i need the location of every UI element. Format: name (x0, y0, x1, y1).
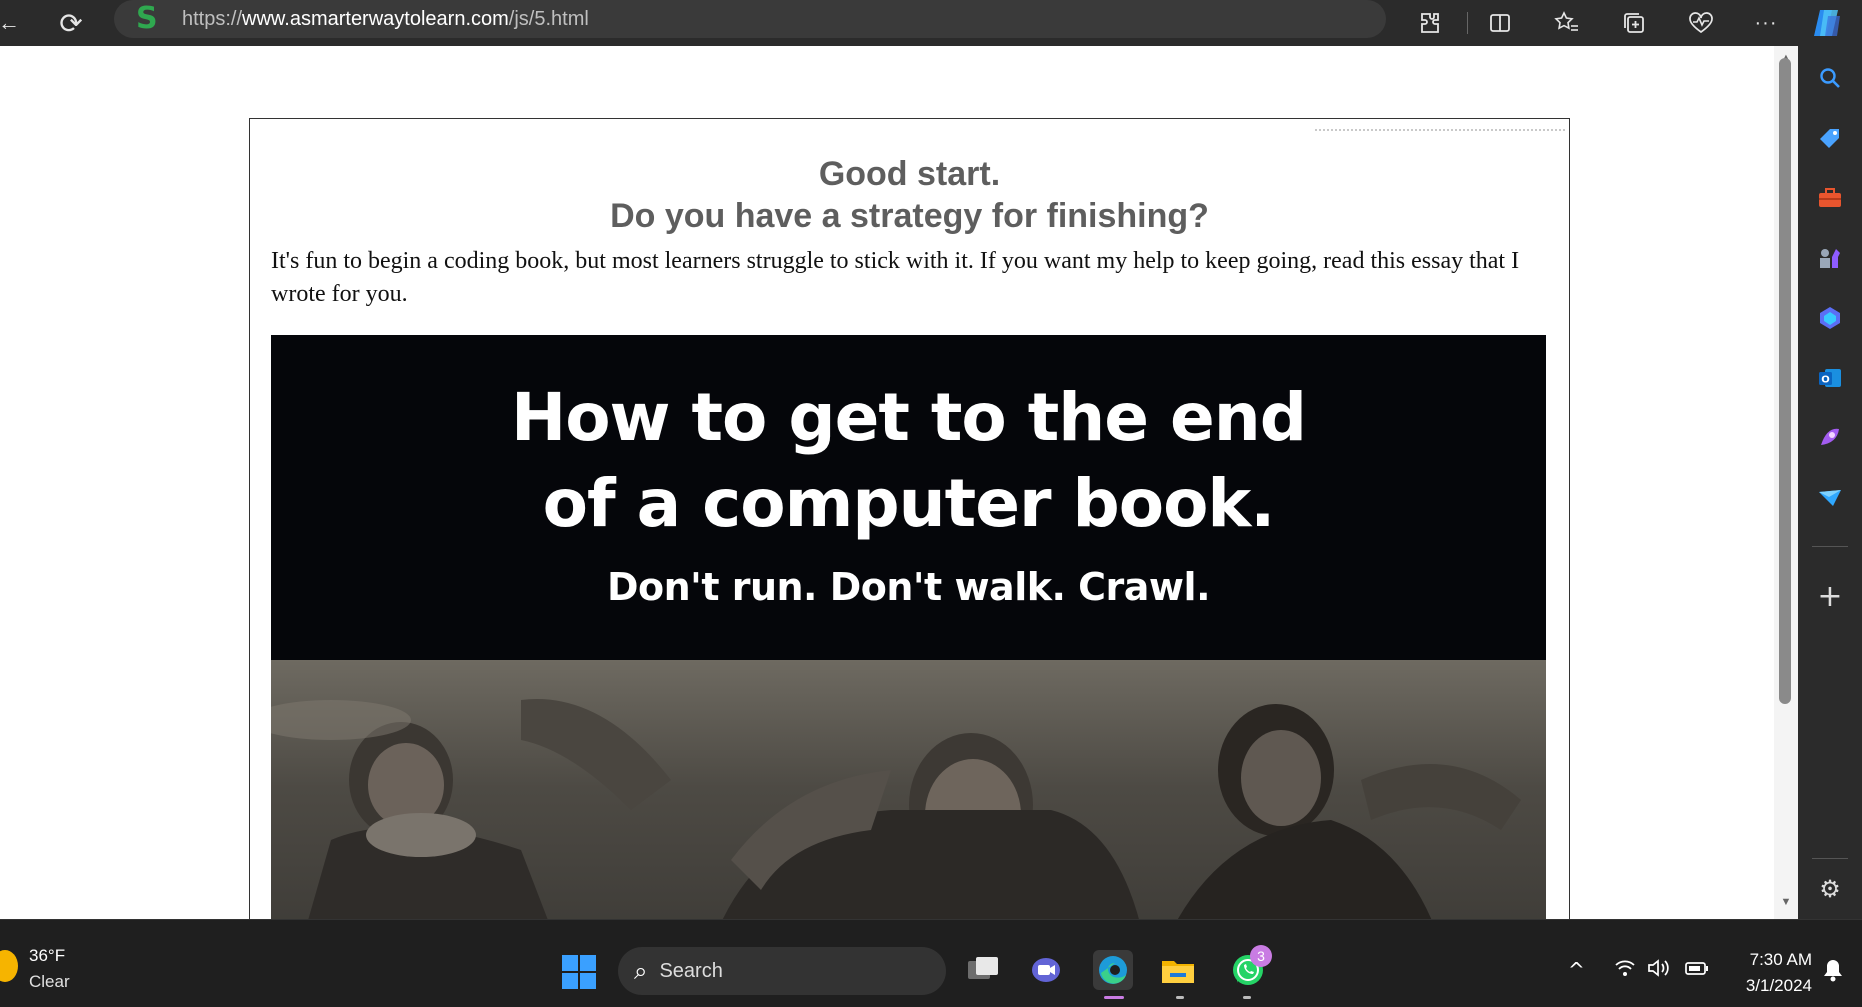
chess-icon[interactable] (1816, 244, 1844, 272)
copilot-icon[interactable] (1810, 6, 1844, 40)
search-placeholder: Search (659, 959, 723, 982)
clock-date: 3/1/2024 (1745, 976, 1812, 995)
edge-sidebar: O + ⚙ (1798, 46, 1862, 919)
banner-title: How to get to the end of a computer book… (510, 379, 1307, 542)
copilot-app-icon[interactable] (1816, 304, 1844, 332)
back-arrow-icon[interactable]: ← (0, 6, 26, 40)
sidebar-divider (1812, 546, 1848, 547)
whatsapp-running-indicator (1243, 996, 1251, 999)
url-text[interactable]: https://www.asmarterwaytolearn.com/js/5.… (182, 8, 589, 31)
heading-line-2: Do you have a strategy for finishing? (610, 197, 1209, 235)
svg-text:O: O (1821, 375, 1830, 386)
search-icon[interactable] (1816, 64, 1844, 92)
dotted-divider (1315, 129, 1565, 132)
tag-icon[interactable] (1816, 124, 1844, 152)
volume-icon[interactable] (1647, 958, 1671, 983)
edge-browser-icon[interactable] (1093, 950, 1133, 990)
scroll-down-arrow-icon[interactable]: ▼ (1778, 896, 1794, 908)
collections-icon[interactable] (1617, 6, 1651, 40)
content-box: Good start. Do you have a strategy for f… (249, 118, 1570, 979)
intro-paragraph: It's fun to begin a coding book, but mos… (271, 248, 1520, 307)
sidebar-divider-bottom (1812, 858, 1848, 859)
browser-toolbar: ← ⟳ S https://www.asmarterwaytolearn.com… (0, 0, 1862, 46)
extensions-icon[interactable] (1413, 6, 1447, 40)
whatsapp-notification-badge: 3 (1250, 945, 1272, 967)
banner-title-area: How to get to the end of a computer book… (271, 335, 1546, 660)
notification-bell-icon[interactable] (1822, 958, 1844, 987)
web-viewport: Good start. Do you have a strategy for f… (0, 46, 1798, 979)
system-clock[interactable]: 7:30 AM 3/1/2024 (1732, 947, 1812, 999)
outlook-icon[interactable]: O (1816, 364, 1844, 392)
split-screen-icon[interactable] (1483, 6, 1517, 40)
site-favicon-icon: S (136, 1, 158, 36)
task-view-icon[interactable] (963, 950, 1003, 990)
refresh-icon[interactable]: ⟳ (54, 6, 88, 40)
screen: ← ⟳ S https://www.asmarterwaytolearn.com… (0, 0, 1862, 1007)
scrollbar-thumb[interactable] (1779, 58, 1791, 704)
teams-meet-icon[interactable] (1027, 950, 1067, 990)
browser-essentials-icon[interactable] (1684, 6, 1718, 40)
clock-time: 7:30 AM (1749, 950, 1812, 969)
banner-tagline: Don't run. Don't walk. Crawl. (606, 565, 1211, 609)
designer-icon[interactable] (1816, 424, 1844, 452)
weather-temperature[interactable]: 36°F (29, 946, 65, 966)
send-icon[interactable] (1816, 484, 1844, 512)
file-explorer-icon[interactable] (1158, 950, 1198, 990)
edge-active-indicator (1104, 996, 1124, 999)
battery-icon[interactable] (1684, 958, 1710, 983)
page-heading: Good start. Do you have a strategy for f… (250, 153, 1569, 237)
windows-start-icon[interactable] (562, 955, 596, 989)
address-bar[interactable]: S https://www.asmarterwaytolearn.com/js/… (114, 0, 1386, 38)
toolbar-divider (1467, 12, 1468, 34)
essay-banner-image[interactable]: How to get to the end of a computer book… (271, 335, 1546, 979)
sidebar-settings-icon[interactable]: ⚙ (1816, 875, 1844, 903)
search-magnifier-icon: ⌕ (634, 957, 648, 985)
show-hidden-icons-chevron-icon[interactable]: ^ (1568, 958, 1585, 982)
wifi-icon[interactable] (1614, 958, 1636, 983)
toolbox-icon[interactable] (1816, 184, 1844, 212)
taskbar-search-box[interactable]: ⌕ Search (618, 947, 946, 995)
weather-condition[interactable]: Clear (29, 972, 70, 992)
heading-line-1: Good start. (818, 155, 1001, 193)
more-options-icon[interactable]: ··· (1749, 6, 1783, 40)
favorites-icon[interactable] (1550, 6, 1584, 40)
explorer-running-indicator (1176, 996, 1184, 999)
add-sidebar-app-icon[interactable]: + (1816, 579, 1844, 614)
